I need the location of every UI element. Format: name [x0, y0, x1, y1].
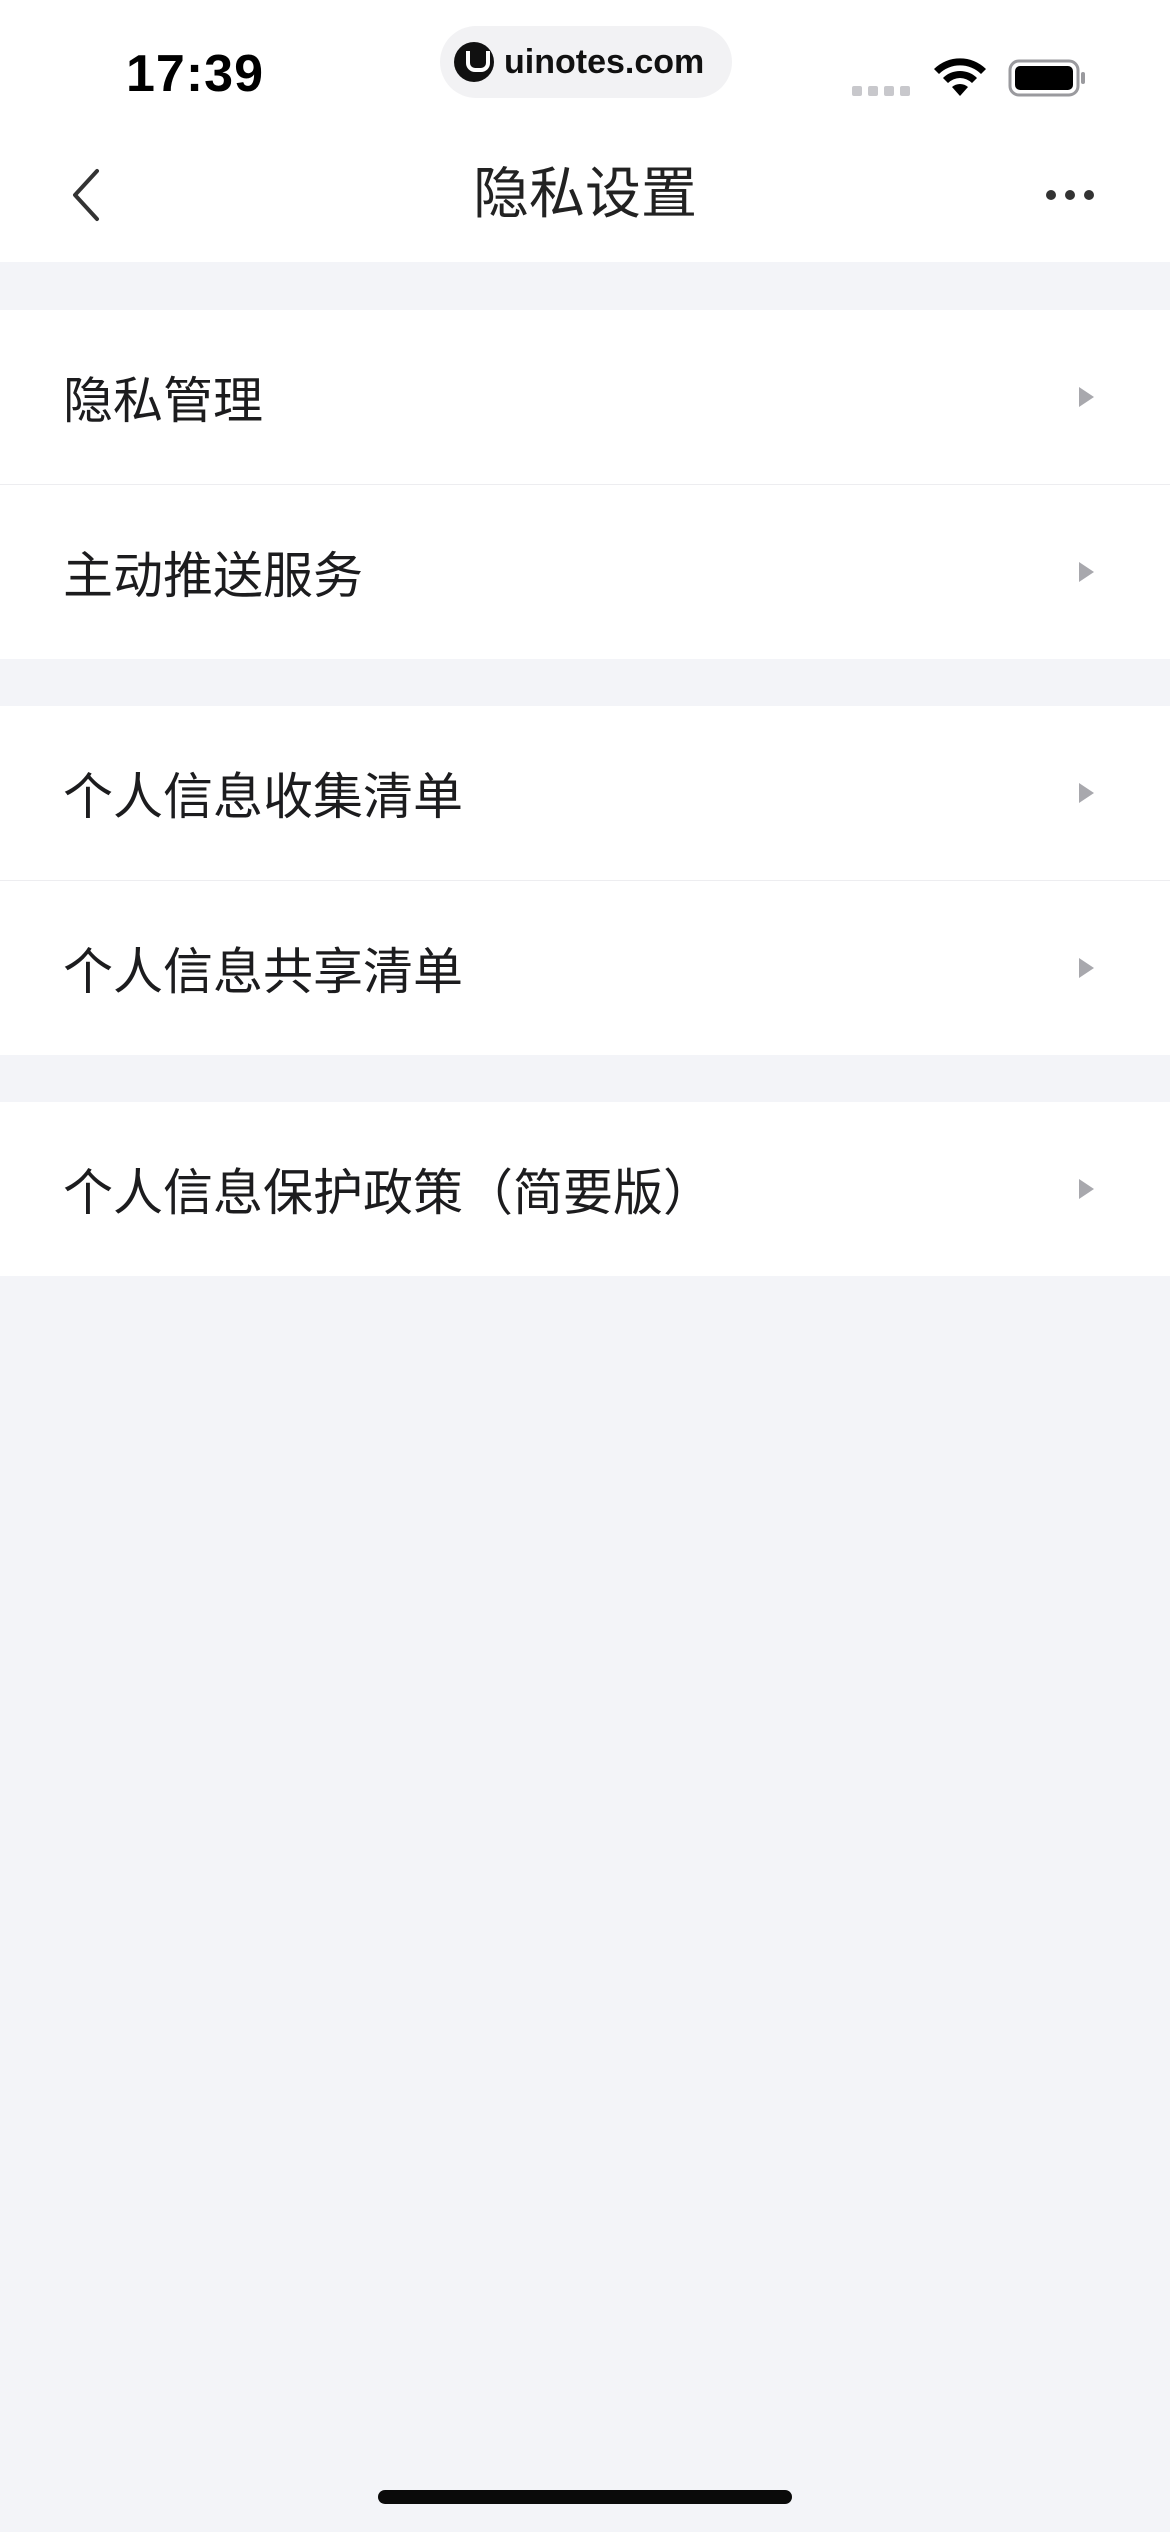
home-indicator[interactable]: [378, 2490, 792, 2504]
list-item-label: 个人信息保护政策（简要版）: [63, 1164, 713, 1222]
more-dots-icon: [1046, 190, 1094, 200]
chevron-right-icon: [1079, 783, 1094, 803]
status-bar: 17:39 uinotes.com: [0, 0, 1170, 130]
list-item-label: 隐私管理: [63, 372, 263, 430]
list-item-label: 主动推送服务: [63, 547, 363, 605]
list-item-info-sharing[interactable]: 个人信息共享清单: [0, 880, 1170, 1055]
list-item-label: 个人信息共享清单: [63, 943, 463, 1001]
chevron-right-icon: [1079, 387, 1094, 407]
wifi-icon: [934, 58, 986, 96]
list-item-privacy-policy[interactable]: 个人信息保护政策（简要版）: [0, 1102, 1170, 1276]
settings-group-1: 隐私管理 主动推送服务: [0, 310, 1170, 659]
signal-icon: [852, 86, 910, 96]
list-item-privacy-management[interactable]: 隐私管理: [0, 310, 1170, 484]
list-item-label: 个人信息收集清单: [63, 768, 463, 826]
chevron-right-icon: [1079, 958, 1094, 978]
url-text: uinotes.com: [504, 42, 705, 81]
url-pill[interactable]: uinotes.com: [440, 26, 732, 98]
nav-bar: 隐私设置: [0, 130, 1170, 262]
settings-group-3: 个人信息保护政策（简要版）: [0, 1102, 1170, 1276]
list-item-push-service[interactable]: 主动推送服务: [0, 484, 1170, 659]
status-time: 17:39: [126, 45, 264, 103]
chevron-right-icon: [1079, 562, 1094, 582]
page-title: 隐私设置: [473, 162, 697, 227]
settings-group-2: 个人信息收集清单 个人信息共享清单: [0, 706, 1170, 1055]
site-logo-icon: [454, 42, 494, 82]
battery-icon: [1008, 59, 1085, 97]
more-button[interactable]: [1040, 170, 1100, 220]
chevron-right-icon: [1079, 1179, 1094, 1199]
list-item-info-collection[interactable]: 个人信息收集清单: [0, 706, 1170, 880]
